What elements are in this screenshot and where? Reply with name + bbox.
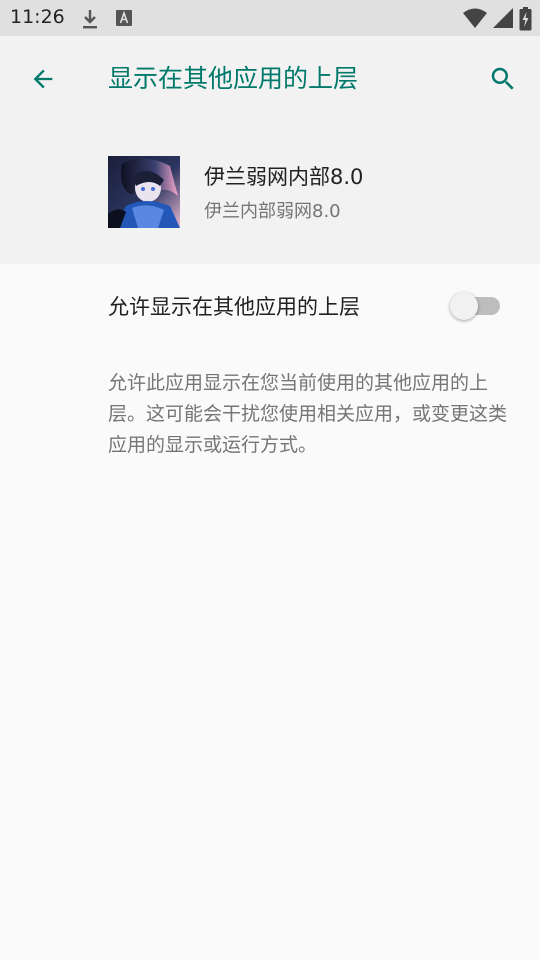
search-icon [491,67,514,90]
battery-charging-icon [519,7,532,35]
status-bar: 11:26 [0,0,540,36]
wifi-icon [462,7,488,33]
a-notification-icon [115,8,133,32]
back-button[interactable] [24,60,62,98]
download-icon [80,8,100,34]
allow-overlay-toggle[interactable] [450,290,502,320]
toggle-thumb [450,292,478,320]
signal-icon [492,7,514,33]
setting-description: 允许此应用显示在您当前使用的其他应用的上层。这可能会干扰您使用相关应用，或变更这… [108,372,508,456]
allow-overlay-setting[interactable]: 允许显示在其他应用的上层 [0,264,540,348]
app-subtitle: 伊兰内部弱网8.0 [204,201,341,222]
status-time: 11:26 [10,6,65,28]
app-name: 伊兰弱网内部8.0 [204,165,364,189]
app-header: 显示在其他应用的上层 伊兰弱网内部8.0 伊兰内部弱网8.0 [0,36,540,264]
page-title: 显示在其他应用的上层 [108,64,359,93]
search-button[interactable] [484,60,522,98]
app-icon [108,156,180,228]
setting-label: 允许显示在其他应用的上层 [108,295,360,319]
arrow-back-icon [33,69,53,89]
